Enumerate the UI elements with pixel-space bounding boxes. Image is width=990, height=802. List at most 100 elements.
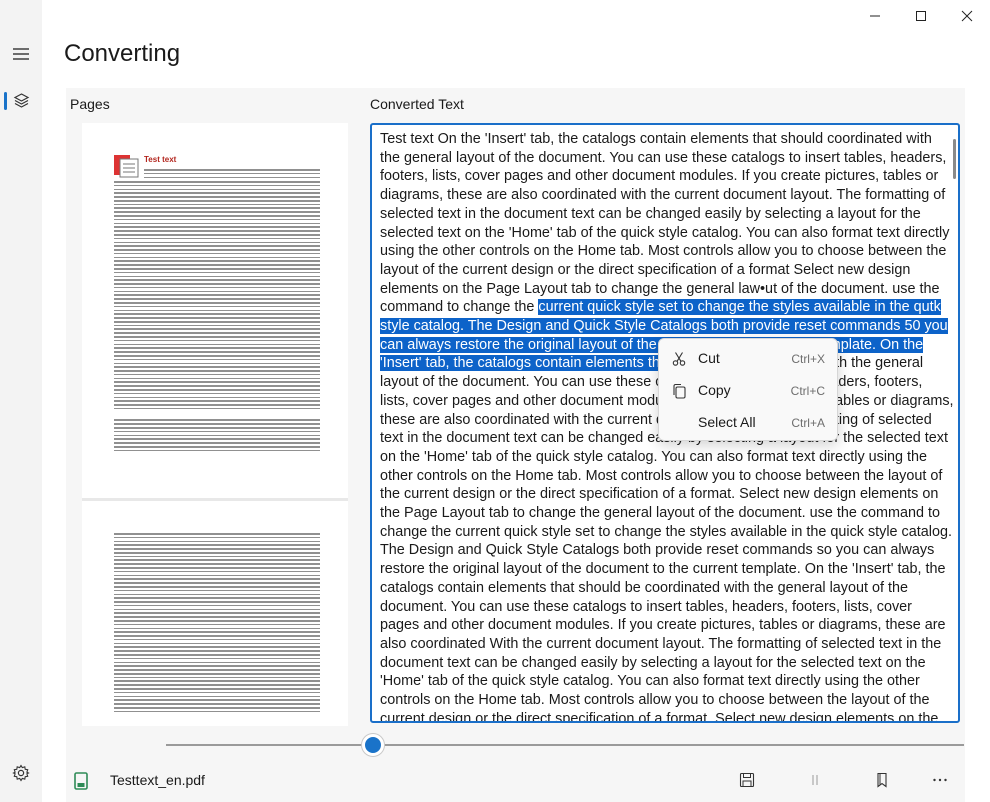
scissors-icon — [672, 352, 686, 366]
thumbnail-line — [114, 404, 320, 406]
menu-item-shortcut: Ctrl+X — [791, 352, 825, 366]
thumbnail-text-lines — [144, 169, 320, 180]
thumbnail-line — [114, 559, 320, 562]
thumbnail-line — [114, 385, 320, 387]
more-button[interactable] — [930, 770, 950, 790]
thumbnail-line — [114, 226, 320, 228]
thumbnail-line — [114, 233, 320, 236]
thumbnail-line — [114, 328, 320, 331]
thumbnail-line — [114, 283, 320, 285]
thumbnail-line — [114, 691, 320, 694]
thumbnail-line — [114, 423, 320, 425]
maximize-icon — [916, 11, 926, 21]
thumbnail-line — [114, 661, 320, 664]
bookmark-icon — [877, 772, 887, 788]
thumbnail-line — [114, 540, 320, 543]
minimize-button[interactable] — [852, 0, 898, 32]
thumbnail-line — [114, 608, 320, 611]
page-thumbnail-2[interactable] — [82, 501, 348, 726]
more-icon — [933, 778, 947, 782]
thumbnail-line — [114, 181, 320, 183]
thumbnail-line — [114, 612, 320, 614]
thumbnail-line — [114, 196, 320, 198]
maximize-button[interactable] — [898, 0, 944, 32]
page-slider-track[interactable] — [166, 744, 964, 746]
document-icon — [74, 772, 88, 790]
save-button[interactable] — [737, 770, 757, 790]
menu-item-select-all[interactable]: Select All Ctrl+A — [659, 406, 839, 438]
thumbnail-line — [114, 347, 320, 349]
thumbnail-line — [114, 650, 320, 652]
thumbnail-line — [114, 703, 320, 705]
menu-item-copy[interactable]: Copy Ctrl+C — [659, 374, 839, 406]
thumbnail-line — [114, 400, 320, 402]
thumbnail-line — [114, 264, 320, 266]
thumbnail-line — [114, 332, 320, 334]
thumbnail-line — [114, 688, 320, 690]
thumbnail-line — [114, 563, 320, 565]
thumbnail-line — [114, 654, 320, 656]
thumbnail-line — [114, 305, 320, 308]
thumbnail-line — [114, 669, 320, 671]
nav-item-pages[interactable] — [0, 88, 42, 114]
nav-rail — [0, 0, 42, 802]
thumbnail-line — [114, 567, 320, 569]
thumbnail-line — [114, 434, 320, 437]
thumbnail-line — [114, 230, 320, 232]
thumbnail-line — [114, 574, 320, 577]
close-button[interactable] — [944, 0, 990, 32]
thumbnail-line — [114, 320, 320, 323]
close-icon — [961, 10, 973, 22]
text-before-selection: Test text On the 'Insert' tab, the catal… — [380, 131, 950, 316]
app-window: Converting Pages Converted Text Test tex… — [0, 0, 990, 802]
thumbnail-line — [114, 657, 320, 660]
scrollbar-thumb[interactable] — [953, 139, 956, 179]
menu-item-label: Select All — [698, 414, 756, 430]
thumbnail-line — [114, 604, 320, 607]
thumbnail-line — [114, 388, 320, 391]
thumbnail-line — [114, 260, 320, 262]
thumbnail-line — [114, 286, 320, 289]
thumbnail-line — [114, 551, 320, 554]
thumbnail-line — [114, 695, 320, 698]
bookmark-button[interactable] — [872, 770, 892, 790]
file-name: Testtext_en.pdf — [110, 772, 205, 788]
thumbnail-line — [114, 676, 320, 679]
thumbnail-line — [114, 199, 320, 202]
thumbnail-line — [114, 215, 320, 217]
thumbnail-line — [114, 619, 320, 622]
hamburger-icon[interactable] — [12, 46, 30, 62]
thumbnail-line — [114, 351, 320, 353]
gear-icon[interactable] — [12, 764, 30, 782]
thumbnail-text-block — [114, 181, 320, 454]
thumbnail-line — [114, 680, 320, 683]
menu-item-label: Cut — [698, 350, 720, 366]
menu-item-cut[interactable]: Cut Ctrl+X — [659, 342, 839, 374]
thumbnail-line — [114, 267, 320, 270]
menu-item-shortcut: Ctrl+A — [791, 416, 825, 430]
thumbnail-line — [114, 275, 320, 278]
thumbnail-line — [114, 309, 320, 312]
document-logo-icon — [114, 155, 139, 178]
thumbnail-line — [114, 582, 320, 584]
menu-item-label: Copy — [698, 382, 731, 398]
thumbnail-line — [114, 336, 320, 338]
pause-button[interactable] — [805, 770, 825, 790]
page-thumbnail-1[interactable]: Test text — [82, 123, 348, 498]
pages-list[interactable]: Test text — [82, 123, 348, 726]
thumbnail-line — [114, 370, 320, 372]
thumbnail-line — [114, 642, 320, 645]
thumbnail-line — [114, 245, 320, 247]
pause-icon — [812, 775, 818, 785]
thumbnail-line — [114, 597, 320, 599]
thumbnail-line — [114, 302, 320, 304]
window-controls — [852, 0, 990, 32]
thumbnail-line — [114, 339, 320, 342]
save-icon — [739, 772, 755, 788]
thumbnail-line — [114, 706, 320, 709]
thumbnail-line — [114, 585, 320, 588]
converted-text-label: Converted Text — [370, 96, 464, 112]
thumbnail-line — [114, 358, 320, 361]
thumbnail-line — [114, 211, 320, 213]
thumbnail-line — [114, 241, 320, 244]
